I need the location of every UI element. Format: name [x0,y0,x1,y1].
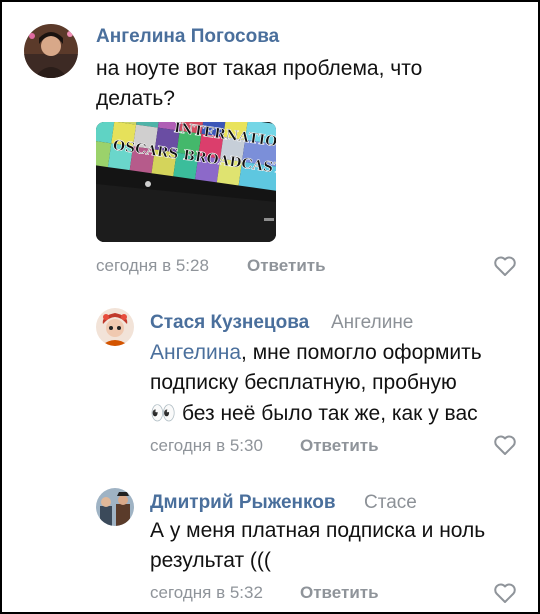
comment-text: на ноуте вот такая проблема, что делать? [96,54,516,114]
reply-to-label[interactable]: Стасе [364,492,417,514]
comment-text-line: 👀 без неё было так же, как у вас [150,398,530,429]
reply-button[interactable]: Ответить [300,436,379,456]
attached-photo[interactable]: INTERNATIONAL OSCARS BROADCAST [96,122,276,242]
mention-link[interactable]: Ангелина [150,341,241,364]
heart-outline-icon [494,256,516,276]
heart-outline-icon [494,583,516,603]
comment-time: сегодня в 5:32 [150,583,263,602]
like-button[interactable] [493,582,517,604]
comment-text-line: на ноуте вот такая проблема, что [96,57,423,80]
user-photo-icon [96,308,134,346]
photo-thumbnail: INTERNATIONAL OSCARS BROADCAST [96,122,276,242]
like-button[interactable] [493,434,517,456]
avatar[interactable] [96,488,134,526]
avatar[interactable] [96,308,134,346]
comment-author[interactable]: Дмитрий Рыженков [150,492,336,514]
comment-author[interactable]: Ангелина Погосова [96,26,279,48]
user-photo-icon [24,24,78,78]
reply-to-label[interactable]: Ангелине [331,312,413,334]
comment-time: сегодня в 5:28 [96,256,209,275]
reply-button[interactable]: Ответить [300,583,379,603]
heart-outline-icon [494,435,516,455]
reply-button[interactable]: Ответить [247,256,326,276]
like-button[interactable] [493,255,517,277]
comments-thread: Ангелина Погосова на ноуте вот такая про… [2,2,538,612]
avatar[interactable] [24,24,78,78]
comment-text-line: результат ((( [150,549,271,572]
comment-text-line: А у меня платная подписка и ноль [150,519,486,542]
comment-time: сегодня в 5:30 [150,436,263,455]
comment-text: А у меня платная подписка и ноль результ… [150,516,530,576]
comment-text-line: делать? [96,87,175,110]
comment-author[interactable]: Стася Кузнецова [150,312,309,334]
user-photo-icon [96,488,134,526]
comment-text-fragment: без неё было так же, как у вас [176,402,478,425]
comment-text-line: подписку бесплатную, пробную [150,371,457,394]
comment-text-fragment: , мне помогло оформить [241,341,482,364]
eyes-emoji: 👀 [150,401,177,425]
comment-text-line: Ангелина, мне помогло оформить [150,338,530,368]
comment-text: Ангелина, мне помогло оформить подписку … [150,338,530,429]
